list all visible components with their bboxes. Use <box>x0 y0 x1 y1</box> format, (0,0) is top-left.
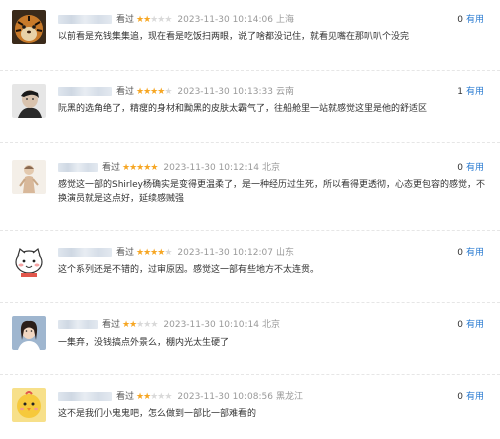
rating-stars: ★★★★★ <box>136 13 172 27</box>
useful-count: 0 <box>457 320 463 330</box>
useful-button[interactable]: 有用 <box>466 15 484 25</box>
username-blurred[interactable] <box>58 392 112 401</box>
comment-time: 2023-11-30 10:08:56 <box>177 392 273 402</box>
comment-meta: 看过 ★★★★★ 2023-11-30 10:10:14 北京 <box>58 318 280 332</box>
username-blurred[interactable] <box>58 163 98 172</box>
star-empty-icon: ★ <box>164 15 172 25</box>
username-blurred[interactable] <box>58 248 112 257</box>
watched-status: 看过 <box>116 392 135 402</box>
useful-vote: 0 有用 <box>457 13 484 27</box>
cartoon-cat-avatar[interactable] <box>12 244 46 278</box>
useful-vote: 0 有用 <box>457 318 484 332</box>
watched-status: 看过 <box>116 15 135 25</box>
comment-location: 北京 <box>262 320 281 330</box>
watched-status: 看过 <box>102 163 121 173</box>
comment-text: 这不是我们小鬼鬼吧，怎么做到一部比一部难看的 <box>58 409 257 419</box>
comment-meta: 看过 ★★★★★ 2023-11-30 10:12:14 北京 <box>58 161 280 175</box>
useful-count: 0 <box>457 15 463 25</box>
comment-meta: 看过 ★★★★★ 2023-11-30 10:12:07 山东 <box>58 246 294 260</box>
rating-stars: ★★★★★ <box>136 85 172 99</box>
useful-button[interactable]: 有用 <box>466 248 484 258</box>
comment-location: 云南 <box>276 87 295 97</box>
comment-item: 看过 ★★★★★ 2023-11-30 10:13:33 云南 1 有用 阮黑的选角绝了… <box>0 72 500 143</box>
chick-avatar[interactable] <box>12 388 46 422</box>
useful-count: 0 <box>457 248 463 258</box>
watched-status: 看过 <box>102 320 121 330</box>
rating-stars: ★★★★★ <box>122 318 158 332</box>
useful-button[interactable]: 有用 <box>466 320 484 330</box>
username-blurred[interactable] <box>58 87 112 96</box>
comment-item: 看过 ★★★★★ 2023-11-30 10:12:14 北京 0 有用 感觉这一部的S… <box>0 146 500 231</box>
woman-photo-avatar[interactable] <box>12 316 46 350</box>
rating-stars: ★★★★★ <box>136 246 172 260</box>
useful-button[interactable]: 有用 <box>466 392 484 402</box>
comment-text: 阮黑的选角绝了，精瘦的身材和黝黑的皮肤太霸气了，往船舱里一站就感觉这里是他的舒适… <box>58 104 428 114</box>
comment-time: 2023-11-30 10:14:06 <box>177 15 273 25</box>
useful-vote: 0 有用 <box>457 390 484 404</box>
useful-count: 1 <box>457 87 463 97</box>
comment-location: 上海 <box>276 15 295 25</box>
watched-status: 看过 <box>116 87 135 97</box>
comment-meta: 看过 ★★★★★ 2023-11-30 10:08:56 黑龙江 <box>58 390 303 404</box>
comment-time: 2023-11-30 10:12:14 <box>163 163 259 173</box>
comment-item: 看过 ★★★★★ 2023-11-30 10:14:06 上海 0 有用 以前看是充钱集… <box>0 0 500 71</box>
tiger-avatar[interactable] <box>12 10 46 44</box>
comment-time: 2023-11-30 10:12:07 <box>177 248 273 258</box>
comment-item: 看过 ★★★★★ 2023-11-30 10:10:14 北京 0 有用 一集弃，没钱搞… <box>0 304 500 375</box>
comment-location: 山东 <box>276 248 295 258</box>
rating-stars: ★★★★★ <box>136 390 172 404</box>
comment-meta: 看过 ★★★★★ 2023-11-30 10:14:06 上海 <box>58 13 294 27</box>
useful-vote: 1 有用 <box>457 85 484 99</box>
useful-count: 0 <box>457 392 463 402</box>
star-empty-icon: ★ <box>164 87 172 97</box>
rating-stars: ★★★★★ <box>122 161 158 175</box>
username-blurred[interactable] <box>58 15 112 24</box>
comment-meta: 看过 ★★★★★ 2023-11-30 10:13:33 云南 <box>58 85 294 99</box>
comment-text: 这个系列还是不错的，过审原因。感觉这一部有些地方不太连贯。 <box>58 265 320 275</box>
comment-item: 看过 ★★★★★ 2023-11-30 10:08:56 黑龙江 0 有用 这不是我们小… <box>0 376 500 439</box>
star-empty-icon: ★ <box>164 248 172 258</box>
watched-status: 看过 <box>116 248 135 258</box>
useful-vote: 0 有用 <box>457 246 484 260</box>
star-empty-icon: ★ <box>164 392 172 402</box>
username-blurred[interactable] <box>58 320 98 329</box>
star-filled-icon: ★ <box>150 163 158 173</box>
comment-text: 以前看是充钱集集追，现在看是吃饭扫两眼，说了啥都没记住，就看见嘴在那叭叭个没完 <box>58 32 410 42</box>
man-portrait-avatar[interactable] <box>12 84 46 118</box>
useful-vote: 0 有用 <box>457 161 484 175</box>
useful-count: 0 <box>457 163 463 173</box>
comment-text: 一集弃，没钱搞点外景么，棚内光太生硬了 <box>58 338 230 348</box>
comment-time: 2023-11-30 10:13:33 <box>177 87 273 97</box>
comment-time: 2023-11-30 10:10:14 <box>163 320 259 330</box>
useful-button[interactable]: 有用 <box>466 163 484 173</box>
comment-item: 看过 ★★★★★ 2023-11-30 10:12:07 山东 0 有用 这个系列还是不… <box>0 232 500 303</box>
sketch-figure-avatar[interactable] <box>12 160 46 194</box>
comment-text: 感觉这一部的Shirley杨确实是变得更温柔了，是一种经历过生死，所以看得更透彻… <box>58 180 485 204</box>
useful-button[interactable]: 有用 <box>466 87 484 97</box>
comment-location: 黑龙江 <box>276 392 304 402</box>
star-empty-icon: ★ <box>150 320 158 330</box>
comment-location: 北京 <box>262 163 281 173</box>
